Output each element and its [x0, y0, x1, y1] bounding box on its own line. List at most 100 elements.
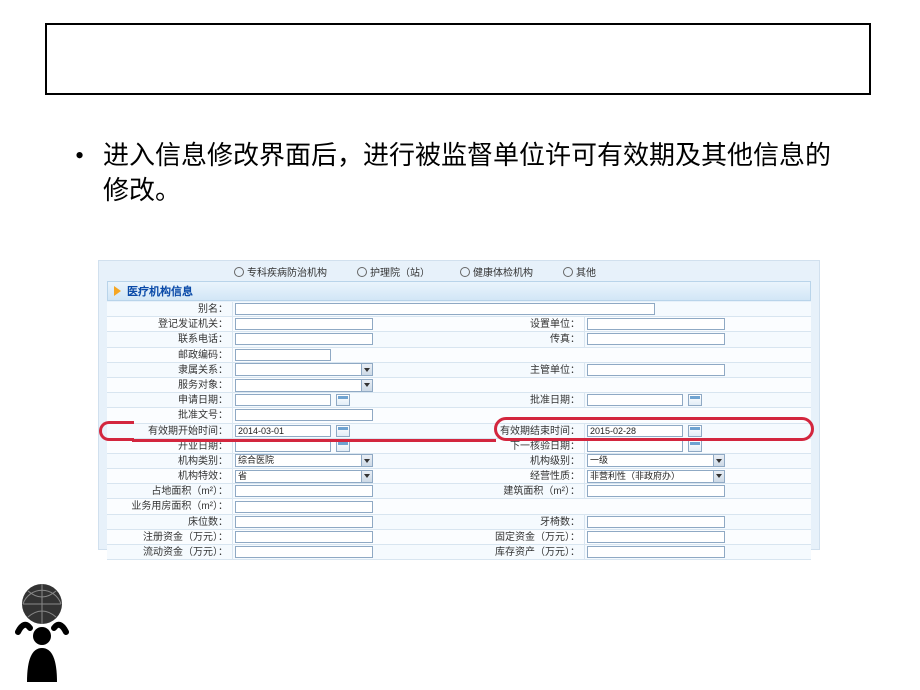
text-input[interactable]	[235, 349, 331, 361]
section-header: 医疗机构信息	[107, 281, 811, 301]
form-row: 业务用房面积（m²）：	[107, 499, 811, 514]
calendar-icon[interactable]	[688, 394, 702, 406]
radio-option[interactable]: 其他	[563, 264, 596, 279]
chevron-down-icon	[361, 455, 372, 466]
select-input[interactable]: 综合医院	[235, 454, 373, 467]
field-input-wrap	[233, 348, 811, 362]
field-label: 联系电话：	[107, 332, 233, 346]
bullet-text: • 进入信息修改界面后，进行被监督单位许可有效期及其他信息的修改。	[75, 138, 850, 208]
field-label: 批准日期：	[459, 393, 585, 407]
text-input[interactable]	[235, 409, 373, 421]
field-label: 隶属关系：	[107, 363, 233, 377]
text-input[interactable]	[587, 318, 725, 330]
radio-option[interactable]: 专科疾病防治机构	[234, 264, 327, 279]
field-input-wrap	[233, 545, 459, 559]
text-input[interactable]	[235, 531, 373, 543]
calendar-icon[interactable]	[336, 394, 350, 406]
field-input-wrap	[233, 378, 811, 392]
date-input[interactable]: 2014-03-01	[235, 425, 331, 437]
text-input[interactable]	[587, 364, 725, 376]
field-input-wrap: 2014-03-01	[233, 424, 459, 438]
field-label: 登记发证机关：	[107, 317, 233, 331]
calendar-icon[interactable]	[688, 425, 702, 437]
form-row: 隶属关系： 主管单位：	[107, 363, 811, 378]
field-input-wrap: 2015-02-28	[585, 424, 811, 438]
chevron-down-icon	[713, 455, 724, 466]
text-input[interactable]	[235, 485, 373, 497]
field-label: 申请日期：	[107, 393, 233, 407]
expand-triangle-icon	[114, 286, 121, 296]
date-input[interactable]	[235, 394, 331, 406]
field-label: 主管单位：	[459, 363, 585, 377]
field-label: 流动资金（万元）：	[107, 545, 233, 559]
form-row: 邮政编码：	[107, 348, 811, 363]
field-input-wrap: 省	[233, 469, 459, 483]
title-box	[45, 23, 871, 95]
text-input[interactable]	[235, 303, 655, 315]
field-input-wrap	[585, 545, 811, 559]
field-input-wrap	[585, 515, 811, 529]
date-input[interactable]	[587, 440, 683, 452]
field-input-wrap: 一级	[585, 454, 811, 468]
field-label: 机构类别：	[107, 454, 233, 468]
text-input[interactable]	[235, 516, 373, 528]
text-input[interactable]	[235, 546, 373, 558]
field-input-wrap: 非营利性（非政府办）	[585, 469, 811, 483]
form-row: 别名：	[107, 302, 811, 317]
radio-option[interactable]: 健康体检机构	[460, 264, 533, 279]
text-input[interactable]	[587, 485, 725, 497]
field-input-wrap	[233, 302, 811, 316]
form-row: 注册资金（万元）：固定资金（万元）：	[107, 530, 811, 545]
text-input[interactable]	[587, 546, 725, 558]
calendar-icon[interactable]	[688, 440, 702, 452]
date-input[interactable]: 2015-02-28	[587, 425, 683, 437]
form-area: 别名：登记发证机关：设置单位：联系电话：传真：邮政编码：隶属关系：主管单位：服务…	[107, 302, 811, 549]
field-label: 邮政编码：	[107, 348, 233, 362]
text-input[interactable]	[235, 333, 373, 345]
chevron-down-icon	[361, 380, 372, 391]
select-input[interactable]: 一级	[587, 454, 725, 467]
field-input-wrap	[233, 530, 459, 544]
select-input[interactable]: 非营利性（非政府办）	[587, 470, 725, 483]
form-row: 服务对象：	[107, 378, 811, 393]
field-input-wrap	[233, 484, 459, 498]
chevron-down-icon	[361, 471, 372, 482]
field-input-wrap	[233, 317, 459, 331]
select-input[interactable]	[235, 379, 373, 392]
form-row: 机构特效：省经营性质：非营利性（非政府办）	[107, 469, 811, 484]
text-input[interactable]	[587, 333, 725, 345]
person-globe-icon	[6, 574, 78, 684]
field-label: 建筑面积（m²）：	[459, 484, 585, 498]
field-label: 固定资金（万元）：	[459, 530, 585, 544]
field-input-wrap	[233, 408, 811, 422]
field-input-wrap	[233, 499, 811, 513]
field-label: 床位数：	[107, 515, 233, 529]
field-input-wrap: 综合医院	[233, 454, 459, 468]
field-input-wrap	[233, 393, 459, 407]
text-input[interactable]	[235, 318, 373, 330]
calendar-icon[interactable]	[336, 425, 350, 437]
field-input-wrap	[585, 332, 811, 346]
form-row: 联系电话：传真：	[107, 332, 811, 347]
field-input-wrap	[585, 317, 811, 331]
select-input[interactable]	[235, 363, 373, 376]
text-input[interactable]	[587, 516, 725, 528]
select-input[interactable]: 省	[235, 470, 373, 483]
date-input[interactable]	[587, 394, 683, 406]
field-input-wrap	[233, 332, 459, 346]
radio-option[interactable]: 护理院（站）	[357, 264, 430, 279]
form-row: 流动资金（万元）： 库存资产（万元）：	[107, 545, 811, 560]
bullet-content: 进入信息修改界面后，进行被监督单位许可有效期及其他信息的修改。	[103, 138, 850, 208]
text-input[interactable]	[235, 501, 373, 513]
text-input[interactable]	[587, 531, 725, 543]
form-row: 有效期开始时间：2014-03-01有效期结束时间：2015-02-28	[107, 424, 811, 439]
field-label: 库存资产（万元）：	[459, 545, 585, 559]
field-label: 业务用房面积（m²）：	[107, 499, 233, 513]
field-label: 牙椅数：	[459, 515, 585, 529]
form-row: 床位数： 牙椅数：	[107, 515, 811, 530]
field-label: 有效期开始时间：	[107, 424, 233, 438]
field-input-wrap	[233, 515, 459, 529]
form-screenshot: 专科疾病防治机构 护理院（站） 健康体检机构 其他 医疗机构信息 别名：登记发证机关：…	[98, 260, 820, 550]
form-row: 申请日期： 批准日期：	[107, 393, 811, 408]
field-input-wrap	[585, 484, 811, 498]
